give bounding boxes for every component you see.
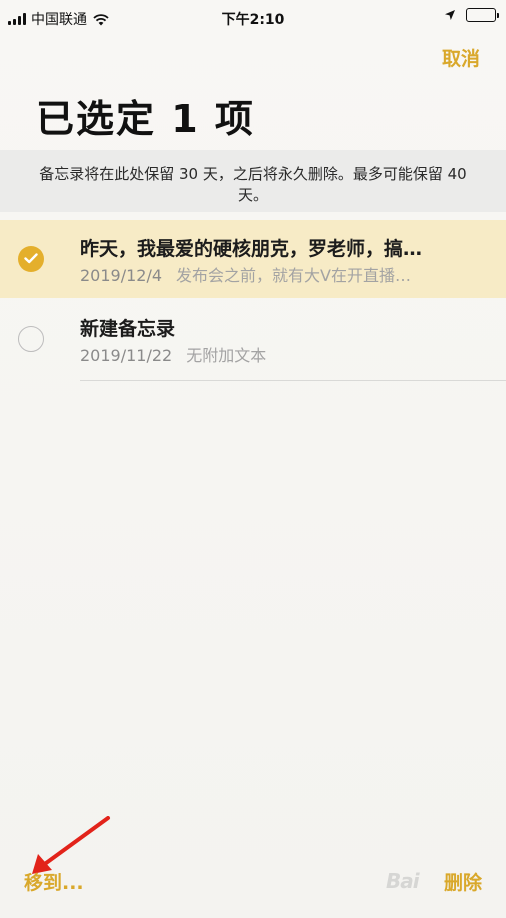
watermark-logo: Bai <box>386 869 422 893</box>
notes-trash-screen: 中国联通 下午2:10 取消 已选定 1 项 备忘录将在此处保留 30 天，之后… <box>0 0 506 918</box>
deletion-notice: 备忘录将在此处保留 30 天，之后将永久删除。最多可能保留 40 天。 <box>0 150 506 212</box>
selection-circle-icon[interactable] <box>18 326 44 352</box>
selection-check-icon[interactable] <box>18 246 44 272</box>
checkmark-icon <box>24 253 38 264</box>
cancel-button[interactable]: 取消 <box>442 44 480 71</box>
note-title: 昨天，我最爱的硬核朋克，罗老师，搞… <box>80 238 423 260</box>
note-row[interactable]: 新建备忘录 2019/11/22 无附加文本 <box>0 300 506 378</box>
note-preview: 无附加文本 <box>186 346 267 365</box>
note-date: 2019/12/4 <box>80 266 163 285</box>
page-title: 已选定 1 项 <box>36 97 255 141</box>
note-preview: 发布会之前，就有大V在开直播… <box>176 266 411 285</box>
battery-icon <box>466 8 499 22</box>
svg-text:Bai: Bai <box>386 869 421 893</box>
note-title: 新建备忘录 <box>80 318 176 340</box>
status-right <box>444 8 499 22</box>
status-bar: 中国联通 下午2:10 <box>0 0 506 36</box>
note-row[interactable]: 昨天，我最爱的硬核朋克，罗老师，搞… 2019/12/4 发布会之前，就有大V在开… <box>0 220 506 298</box>
location-arrow-icon <box>445 10 455 20</box>
note-date: 2019/11/22 <box>80 346 173 365</box>
move-to-button[interactable]: 移到... <box>24 868 84 895</box>
list-divider <box>80 380 506 381</box>
note-meta: 2019/11/22 无附加文本 <box>80 342 480 366</box>
note-meta: 2019/12/4 发布会之前，就有大V在开直播… <box>80 262 480 286</box>
status-time: 下午2:10 <box>221 12 285 28</box>
